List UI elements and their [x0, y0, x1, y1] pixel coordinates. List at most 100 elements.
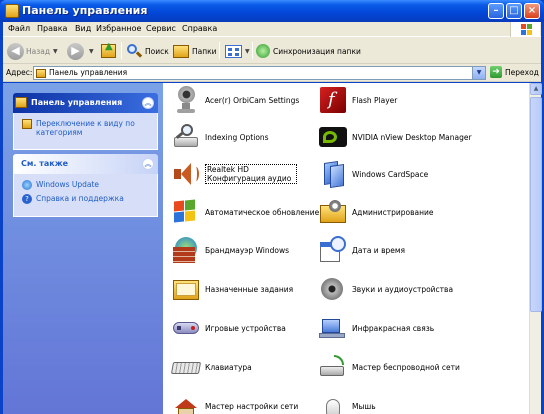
webcam-icon	[171, 85, 201, 115]
panel-header-control-panel[interactable]: Панель управления ︽	[13, 93, 158, 113]
mouse-icon	[318, 391, 348, 414]
help-icon: ?	[22, 194, 32, 204]
title-bar[interactable]: Панель управления – □ ×	[0, 0, 544, 22]
address-dropdown-button[interactable]: ▼	[472, 67, 485, 79]
item-administrative-tools[interactable]: Администрирование	[318, 195, 434, 229]
item-label: Назначенные задания	[205, 284, 294, 294]
item-scheduled-tasks[interactable]: Назначенные задания	[171, 272, 293, 306]
panel-body: Windows Update ? Справка и поддержка	[13, 174, 158, 217]
panel-header-see-also[interactable]: См. также ︽	[13, 154, 158, 174]
item-game-controllers[interactable]: Игровые устройства	[171, 311, 286, 345]
forward-button[interactable]: ▶ ▼	[67, 41, 94, 61]
item-label: Realtek HD Конфигурация аудио	[205, 164, 297, 184]
sync-label: Синхронизация папки	[273, 46, 361, 56]
infrared-icon	[318, 313, 348, 343]
maximize-button[interactable]: □	[506, 3, 522, 19]
search-button[interactable]: Поиск	[126, 41, 169, 61]
item-label: Дата и время	[352, 245, 406, 255]
item-sounds-audio[interactable]: Звуки и аудиоустройства	[318, 272, 453, 306]
control-panel-icon	[5, 4, 19, 18]
nvidia-icon	[318, 122, 348, 152]
menu-tools[interactable]: Сервис	[146, 24, 176, 33]
item-keyboard[interactable]: Клавиатура	[170, 350, 252, 384]
menu-file[interactable]: Файл	[8, 24, 30, 33]
item-windows-cardspace[interactable]: Windows CardSpace	[318, 157, 428, 191]
item-label: Клавиатура	[205, 362, 252, 372]
menu-edit[interactable]: Правка	[37, 24, 67, 33]
item-indexing-options[interactable]: Indexing Options	[171, 120, 269, 154]
item-windows-firewall[interactable]: Брандмауэр Windows	[171, 233, 289, 267]
item-mouse[interactable]: Мышь	[318, 389, 376, 414]
control-panel-icon	[15, 97, 27, 108]
menu-view[interactable]: Вид	[75, 24, 91, 33]
views-icon	[225, 44, 242, 58]
item-label: NVIDIA nView Desktop Manager	[352, 132, 472, 142]
item-wireless-network-wizard[interactable]: Мастер беспроводной сети	[318, 350, 460, 384]
collapse-icon[interactable]: ︽	[142, 158, 154, 170]
item-realtek-audio[interactable]: Realtek HD Конфигурация аудио	[171, 157, 297, 191]
explorer-window: Панель управления – □ × Файл Правка Вид …	[0, 0, 544, 414]
indexing-options-icon	[171, 122, 201, 152]
network-setup-icon	[171, 391, 201, 414]
chevron-down-icon: ▼	[89, 47, 94, 55]
item-label: Flash Player	[352, 95, 398, 105]
toolbar-separator	[252, 42, 253, 59]
scroll-thumb[interactable]	[530, 97, 542, 312]
go-arrow-icon: ➜	[490, 66, 502, 78]
back-button[interactable]: ◀ Назад ▼	[7, 41, 58, 61]
cardspace-icon	[318, 159, 348, 189]
folders-icon	[173, 44, 189, 58]
chevron-down-icon: ▼	[53, 47, 58, 55]
toolbar-separator	[121, 42, 122, 59]
go-button[interactable]: ➜ Переход	[490, 66, 539, 78]
item-label: Мастер настройки сети	[205, 401, 299, 411]
menu-bar: Файл Правка Вид Избранное Сервис Справка	[3, 22, 541, 37]
views-button[interactable]: ▼	[225, 41, 250, 61]
search-label: Поиск	[145, 46, 169, 56]
windows-update-icon	[171, 197, 201, 227]
menu-help[interactable]: Справка	[182, 24, 217, 33]
window-title: Панель управления	[22, 4, 148, 17]
item-label: Indexing Options	[205, 132, 269, 142]
address-bar: Адрес: Панель управления ▼ ➜ Переход	[3, 64, 541, 82]
up-folder-icon: ▲	[101, 41, 116, 58]
admin-tools-icon	[318, 197, 348, 227]
vertical-scrollbar[interactable]: ▲	[529, 83, 542, 414]
minimize-button[interactable]: –	[488, 3, 504, 19]
link-label: Windows Update	[36, 180, 100, 189]
firewall-icon	[171, 235, 201, 265]
panel-body: Переключение к виду по категориям	[13, 113, 158, 150]
search-icon	[126, 43, 143, 59]
item-orbicam[interactable]: Acer(r) OrbiCam Settings	[171, 83, 299, 117]
panel-title: См. также	[21, 159, 69, 168]
control-panel-task-panel: Панель управления ︽ Переключение к виду …	[13, 93, 158, 150]
go-label: Переход	[505, 67, 539, 77]
item-nvidia-nview[interactable]: NVIDIA nView Desktop Manager	[318, 120, 472, 154]
folders-button[interactable]: Папки	[173, 41, 217, 61]
item-network-setup-wizard[interactable]: Мастер настройки сети	[171, 389, 298, 414]
switch-to-category-view-link[interactable]: Переключение к виду по категориям	[22, 119, 151, 137]
item-flash-player[interactable]: f Flash Player	[318, 83, 397, 117]
scroll-up-button[interactable]: ▲	[530, 83, 542, 95]
up-folder-button[interactable]: ▲	[101, 41, 116, 61]
folders-label: Папки	[192, 46, 217, 56]
collapse-icon[interactable]: ︽	[142, 97, 154, 109]
folder-sync-button[interactable]: Синхронизация папки	[256, 41, 361, 61]
item-label: Мастер беспроводной сети	[352, 362, 460, 372]
item-label: Администрирование	[352, 207, 434, 217]
windows-update-link[interactable]: Windows Update	[22, 180, 151, 190]
back-arrow-icon: ◀	[7, 42, 24, 60]
item-infrared[interactable]: Инфракрасная связь	[318, 311, 434, 345]
item-label: Брандмауэр Windows	[205, 245, 290, 255]
category-view-icon	[22, 119, 32, 129]
address-input[interactable]: Панель управления ▼	[33, 66, 486, 80]
item-label: Игровые устройства	[205, 323, 286, 333]
menu-favorites[interactable]: Избранное	[96, 24, 141, 33]
item-date-time[interactable]: Дата и время	[318, 233, 405, 267]
link-label: Справка и поддержка	[36, 194, 124, 203]
back-label: Назад	[26, 46, 51, 56]
help-and-support-link[interactable]: ? Справка и поддержка	[22, 194, 151, 204]
item-label: Мышь	[352, 401, 376, 411]
close-button[interactable]: ×	[524, 3, 540, 19]
item-automatic-updates[interactable]: Автоматическое обновление	[171, 195, 319, 229]
